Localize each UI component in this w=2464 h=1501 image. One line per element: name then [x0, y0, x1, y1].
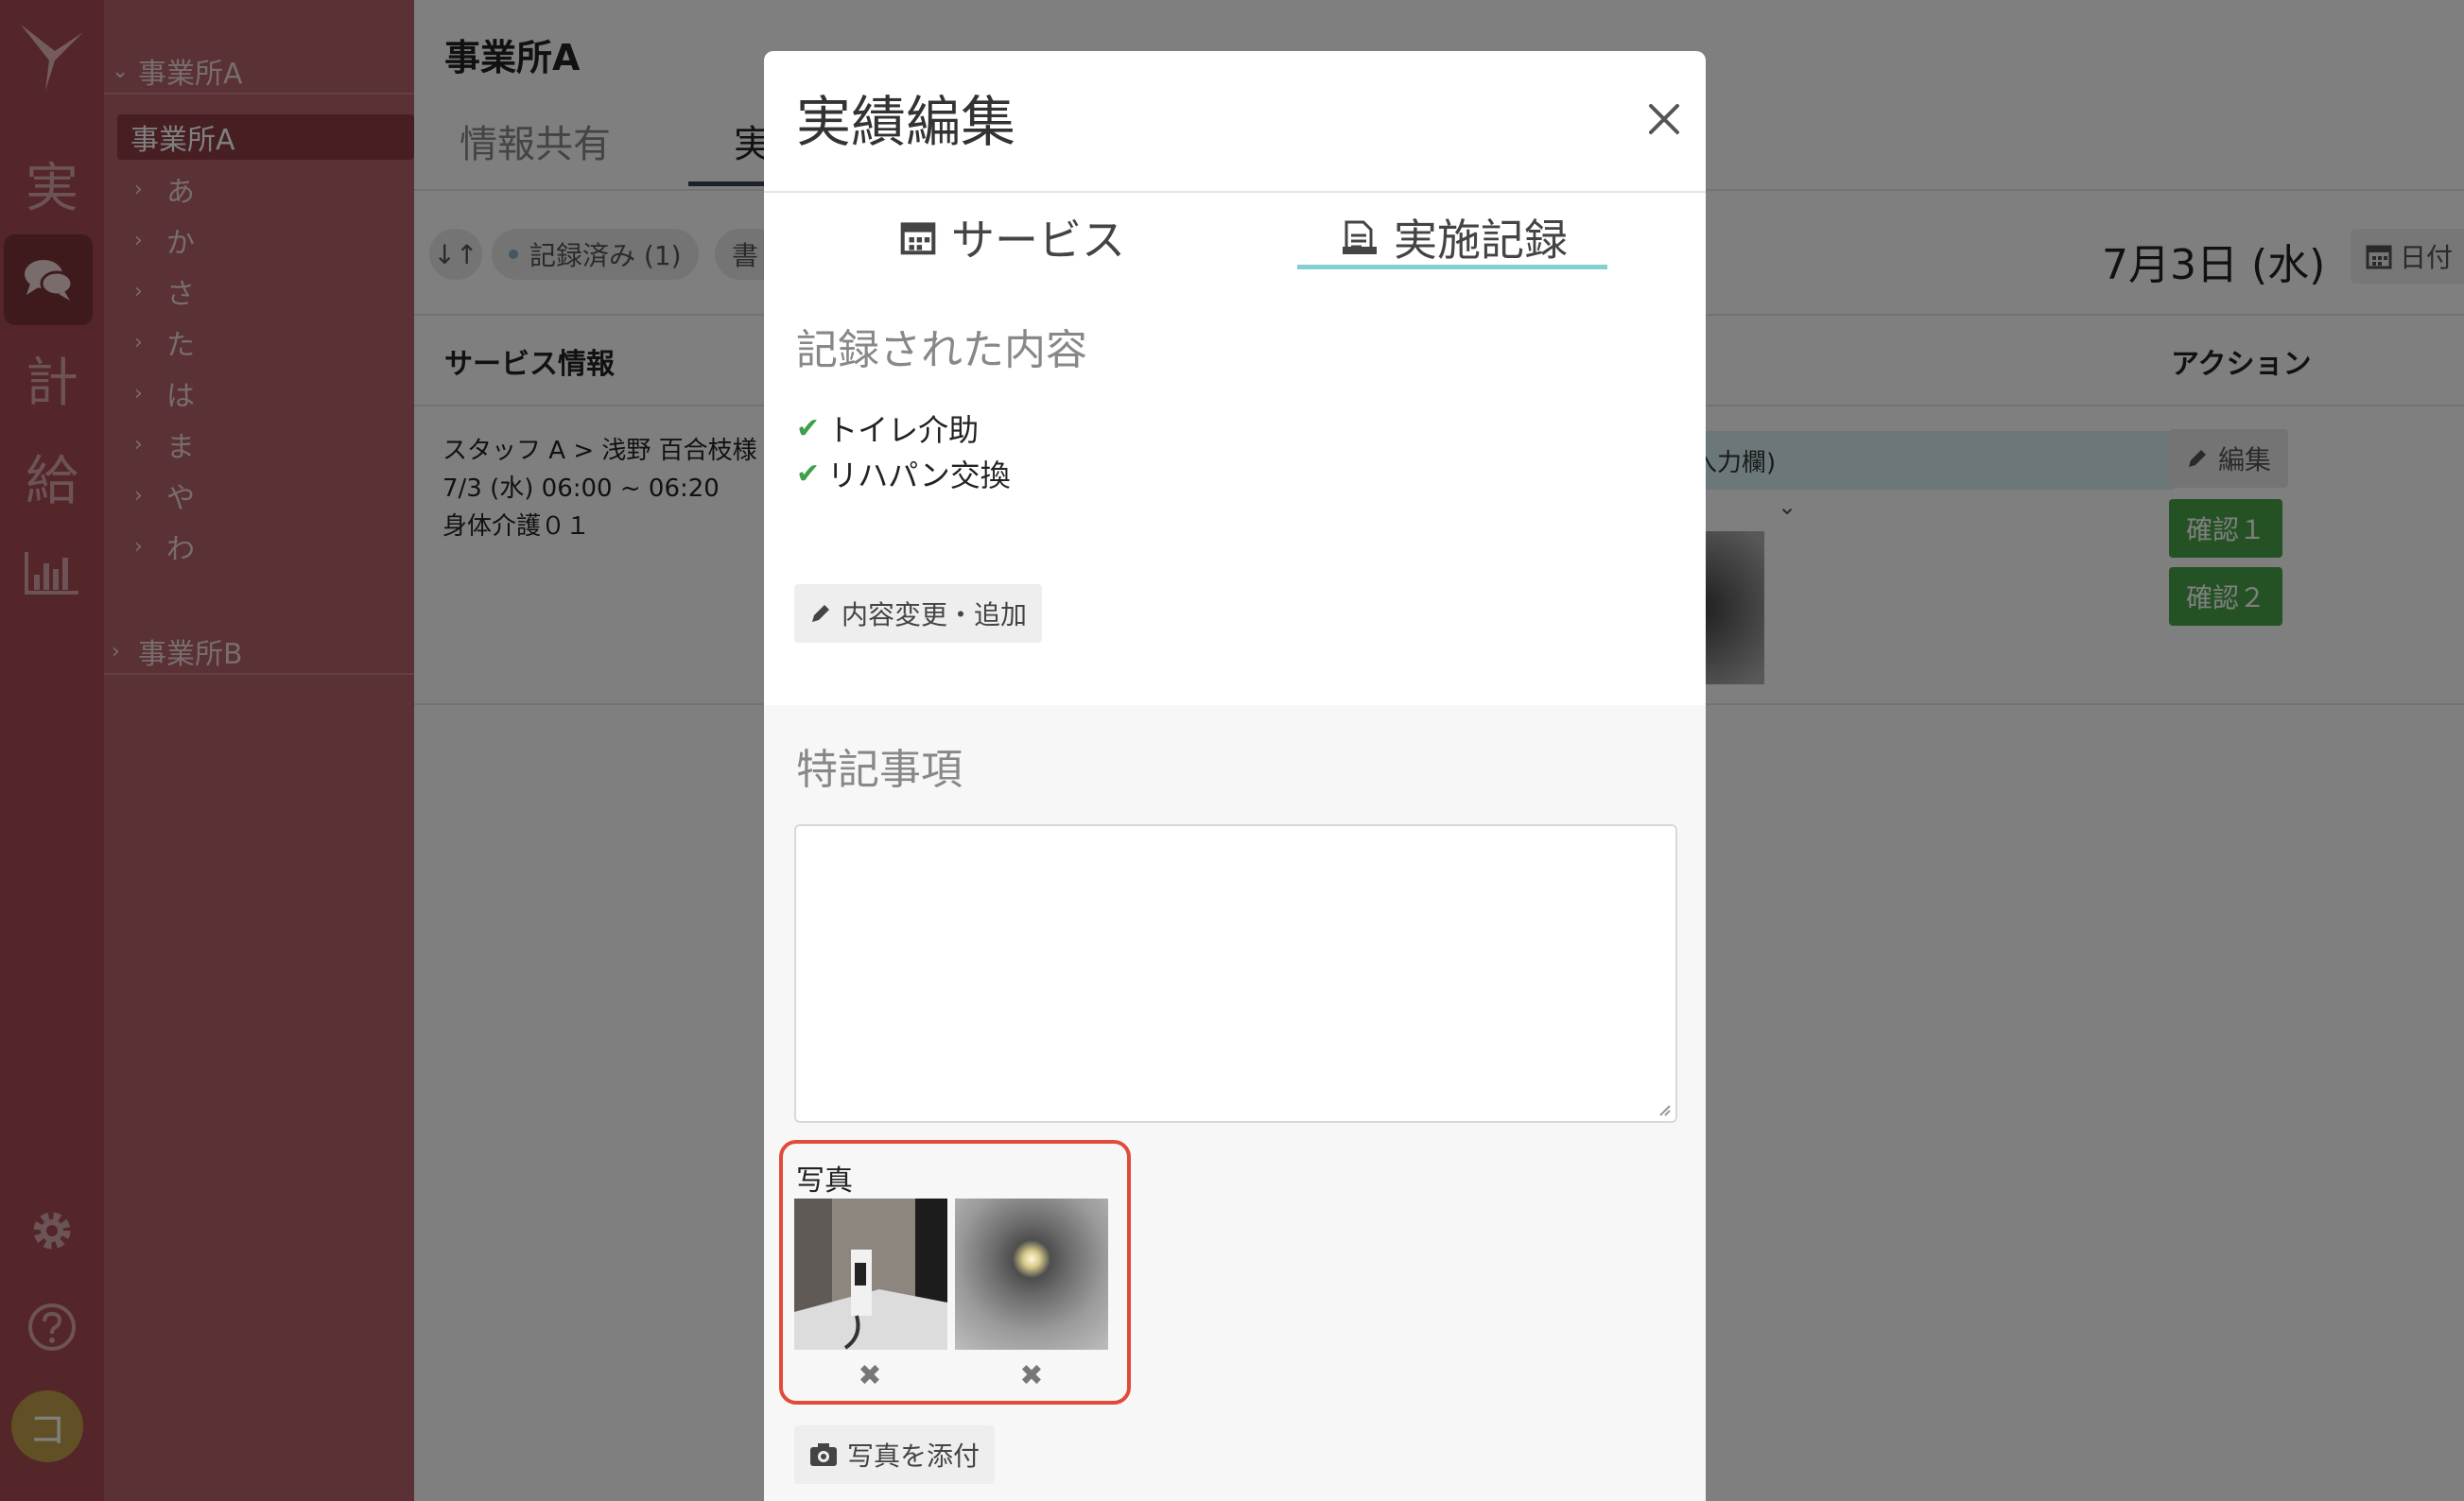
resize-handle-icon[interactable] [1655, 1100, 1672, 1117]
checked-item-label: トイレ介助 [827, 412, 980, 448]
delete-photo-icon[interactable]: ✖ [1013, 1359, 1050, 1392]
change-content-label: 内容変更・追加 [842, 599, 1028, 630]
camera-icon [810, 1443, 837, 1466]
modal-header-divider [764, 191, 1706, 193]
notes-title: 特記事項 [796, 746, 963, 794]
calendar-icon [900, 222, 936, 255]
attach-photo-label: 写真を添付 [847, 1441, 980, 1472]
recorded-content-title: 記録された内容 [796, 326, 1087, 374]
attach-photo-button[interactable]: 写真を添付 [794, 1425, 996, 1484]
photo-thumbnail[interactable] [794, 1199, 947, 1350]
modal-tab-active-indicator [1297, 265, 1607, 269]
checked-item: ✔ トイレ介助 [796, 406, 979, 450]
checked-item: ✔ リハパン交換 [796, 452, 1011, 495]
photo-label: 写真 [796, 1165, 853, 1198]
modal-tab-service-label: サービス [951, 215, 1125, 266]
pencil-icon [812, 605, 829, 622]
document-icon [1343, 220, 1377, 254]
modal-title: 実績編集 [796, 90, 1016, 154]
checked-item-label: リハパン交換 [827, 457, 1011, 493]
check-icon: ✔ [796, 411, 821, 445]
change-content-button[interactable]: 内容変更・追加 [794, 584, 1043, 643]
modal-tab-service[interactable]: サービス [900, 204, 1125, 270]
close-icon[interactable] [1640, 95, 1689, 144]
check-icon: ✔ [796, 457, 821, 491]
photo-thumbnail[interactable] [955, 1199, 1108, 1350]
delete-photo-icon[interactable]: ✖ [851, 1359, 889, 1392]
photo-1-image [794, 1199, 947, 1350]
modal-tab-record-label: 実施記録 [1394, 215, 1568, 266]
edit-record-modal: 実績編集 サービス 実施記録 記録された内容 ✔ トイレ介助 ✔ リハパン交換 … [764, 51, 1706, 1501]
notes-textarea[interactable] [794, 824, 1677, 1123]
modal-tab-record[interactable]: 実施記録 [1341, 204, 1568, 270]
